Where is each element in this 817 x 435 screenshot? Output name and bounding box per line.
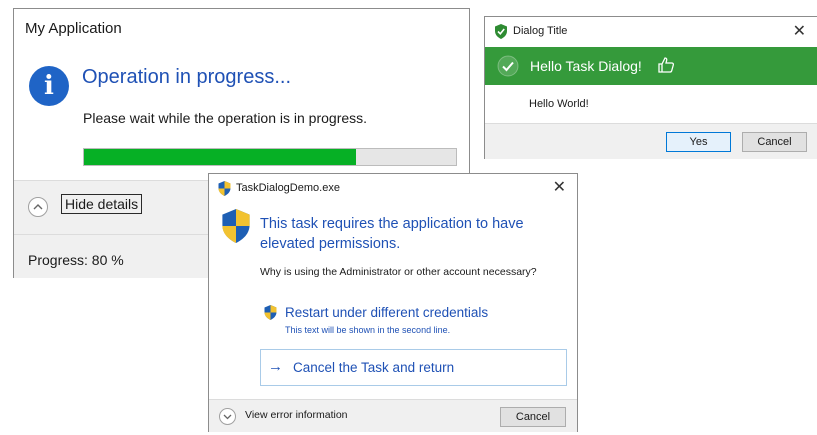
button-bar: Yes Cancel (485, 123, 817, 159)
progress-bar (83, 148, 457, 166)
restart-command-link[interactable]: Restart under different credentials This… (260, 302, 570, 342)
uac-shield-icon (218, 181, 231, 201)
title-bar: Dialog Title ✕ (485, 17, 817, 46)
uac-shield-icon (221, 209, 251, 248)
footer-bar: View error information Cancel (209, 399, 577, 432)
check-circle-icon (497, 55, 519, 82)
chevron-up-icon[interactable] (28, 197, 48, 217)
window-title: Dialog Title (513, 25, 568, 37)
main-instruction: Operation in progress... (82, 66, 291, 88)
window-title: My Application (25, 20, 122, 37)
banner-text: Hello Task Dialog! (530, 58, 642, 74)
info-icon: i (29, 66, 69, 106)
uac-shield-icon (264, 305, 277, 325)
close-icon[interactable]: ✕ (553, 177, 566, 197)
cancel-task-command-link[interactable]: → Cancel the Task and return (260, 349, 567, 386)
content-text: Why is using the Administrator or other … (260, 266, 537, 278)
thumbs-up-icon (657, 56, 675, 79)
progress-fill (84, 149, 356, 165)
window-title: TaskDialogDemo.exe (236, 182, 340, 194)
main-instruction: This task requires the application to ha… (260, 216, 524, 252)
progress-text: Progress: 80 % (28, 252, 124, 268)
dialog-window: Dialog Title ✕ Hello Task Dialog! Hello … (484, 16, 817, 159)
cancel-button[interactable]: Cancel (500, 407, 566, 427)
command-link-note: This text will be shown in the second li… (285, 325, 451, 335)
content-text: Hello World! (529, 98, 589, 110)
shield-check-icon (494, 24, 508, 44)
command-link-label: Restart under different credentials (285, 305, 489, 320)
command-link-label: Cancel the Task and return (293, 360, 455, 375)
cancel-button[interactable]: Cancel (742, 132, 807, 152)
task-dialog-window: TaskDialogDemo.exe ✕ This task requires … (208, 173, 578, 432)
close-icon[interactable]: ✕ (793, 21, 806, 41)
header-banner: Hello Task Dialog! (485, 47, 817, 85)
content-text: Please wait while the operation is in pr… (83, 110, 368, 126)
arrow-right-icon: → (268, 358, 283, 375)
hide-details-button[interactable]: Hide details (61, 194, 143, 214)
chevron-down-icon[interactable] (219, 408, 236, 425)
view-error-info-toggle[interactable]: View error information (245, 409, 348, 421)
yes-button[interactable]: Yes (666, 132, 731, 152)
